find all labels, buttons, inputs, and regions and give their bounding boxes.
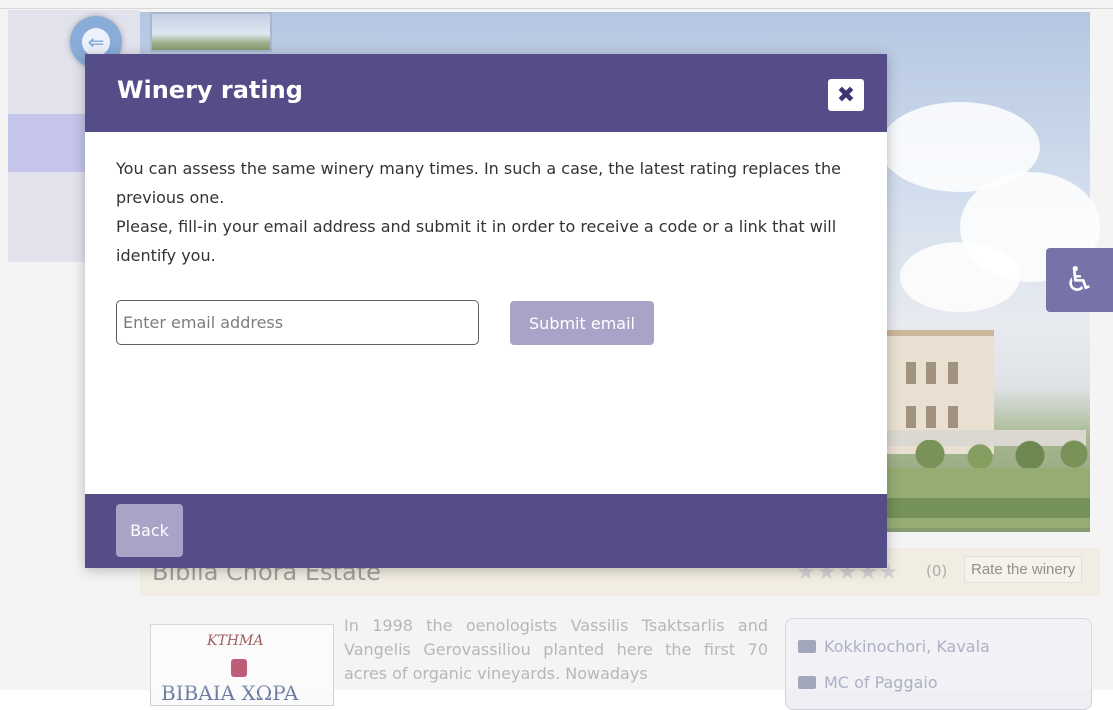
dialog-header: Winery rating ✖ <box>85 54 887 132</box>
dialog-footer: Back <box>85 494 887 568</box>
dialog-paragraph-email-info: Please, fill-in your email address and s… <box>116 217 837 265</box>
submit-email-button[interactable]: Submit email <box>510 301 654 345</box>
close-button[interactable]: ✖ <box>828 79 864 111</box>
close-icon: ✖ <box>836 82 856 108</box>
dialog-paragraph-rating-info: You can assess the same winery many time… <box>116 159 841 207</box>
dialog-title: Winery rating <box>117 76 303 104</box>
email-input[interactable] <box>116 300 479 345</box>
winery-rating-dialog: Winery rating ✖ You can assess the same … <box>85 54 887 568</box>
back-button[interactable]: Back <box>116 504 183 557</box>
dialog-body: You can assess the same winery many time… <box>116 154 856 270</box>
